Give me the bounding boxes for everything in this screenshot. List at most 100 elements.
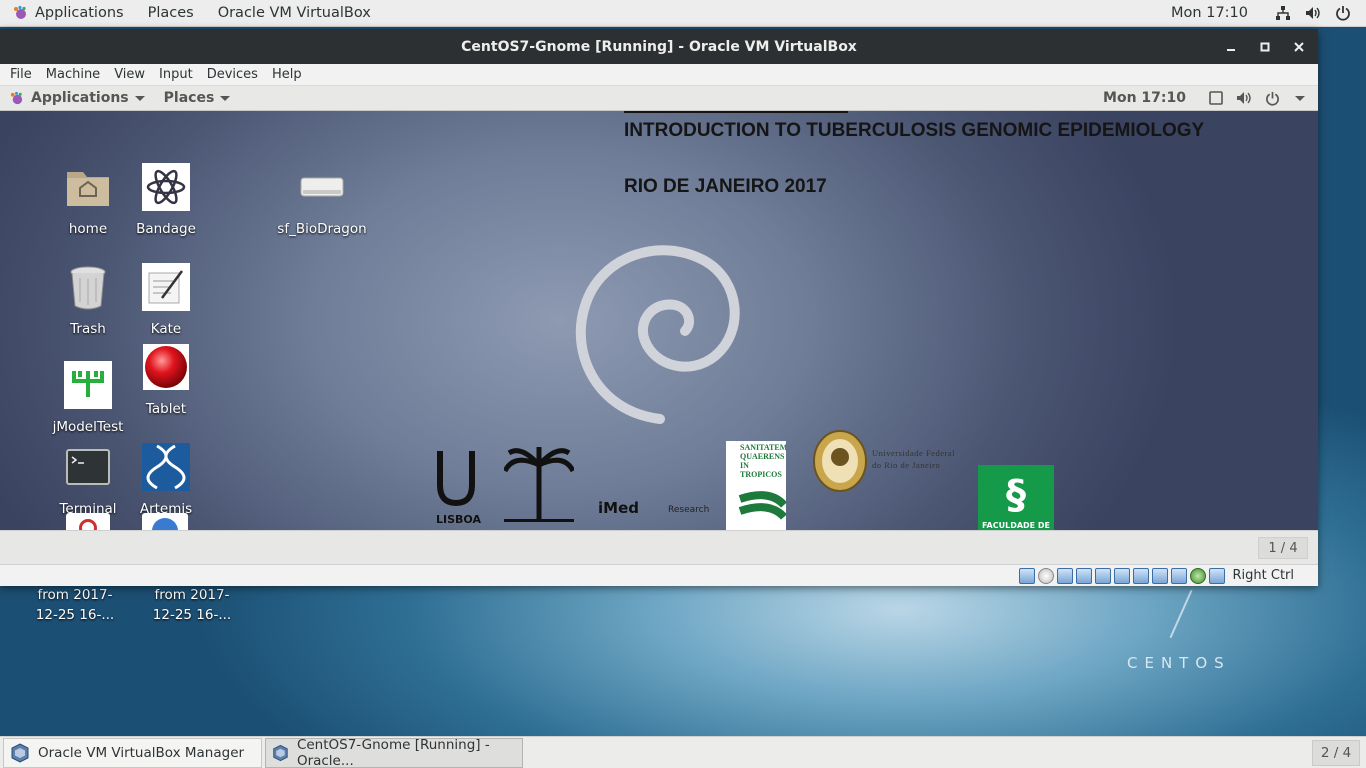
centos-wordmark: CENTOS [1127, 654, 1231, 672]
volume-icon[interactable] [1230, 86, 1258, 111]
faculdade-logo-text: FACULDADE DE [981, 521, 1051, 530]
wallpaper-title: INTRODUCTION TO TUBERCULOSIS GENOMIC EPI… [624, 120, 1205, 141]
trash-icon [64, 263, 112, 311]
menu-help[interactable]: Help [265, 67, 309, 82]
gnome-foot-icon [14, 5, 26, 19]
power-icon[interactable] [1258, 86, 1286, 111]
wallpaper-top-line [624, 111, 848, 113]
desktop-icon-label: sf_BioDragon [277, 221, 367, 237]
audio-icon[interactable] [1056, 567, 1073, 584]
host-desktop-file-label-2[interactable]: from 2017- 12-25 16-... [142, 585, 242, 625]
window-icon[interactable] [1202, 86, 1230, 111]
drive-icon [298, 163, 346, 211]
desktop-icon-sf-biodragon[interactable]: sf_BioDragon [272, 163, 372, 238]
research-logo: Research [668, 505, 710, 515]
host-active-app[interactable]: Oracle VM VirtualBox [206, 0, 383, 27]
chevron-down-icon [220, 95, 231, 101]
centos-logo-line [1169, 589, 1193, 639]
host-file-label-2-text: from 2017- 12-25 16-... [152, 587, 232, 623]
lisboa-logo-text: LISBOA [436, 513, 481, 526]
globe-icon [152, 518, 178, 530]
vbox-statusbar: Right Ctrl [0, 564, 1318, 586]
host-places-menu[interactable]: Places [136, 0, 206, 27]
task-virtualbox-manager[interactable]: Oracle VM VirtualBox Manager [3, 737, 262, 768]
host-active-app-label: Oracle VM VirtualBox [217, 5, 371, 21]
tablet-icon [142, 343, 190, 391]
desktop-icon-label: jModelTest [52, 419, 124, 435]
caduceus-icon: § [1006, 472, 1026, 518]
host-file-label-1-text: from 2017- 12-25 16-... [35, 587, 115, 623]
virtualbox-window: CentOS7-Gnome [Running] - Oracle VM Virt… [0, 29, 1318, 586]
wallpaper-logos: LISBOA iMed Research SANITATEM QUAERENS … [430, 430, 1070, 530]
chevron-down-icon[interactable] [1286, 86, 1314, 111]
host-desktop-file-label-1[interactable]: from 2017- 12-25 16-... [25, 585, 125, 625]
desktop-icon-kate[interactable]: Kate [116, 263, 216, 338]
hard-disk-icon[interactable] [1018, 567, 1035, 584]
host-key-label: Right Ctrl [1232, 568, 1295, 583]
menu-view[interactable]: View [107, 67, 152, 82]
video-capture-icon[interactable] [1151, 567, 1168, 584]
desktop-icon-label: Tablet [145, 401, 187, 417]
cpu-icon[interactable] [1170, 567, 1187, 584]
network-adapter-icon[interactable] [1075, 567, 1092, 584]
home-folder-icon [64, 163, 112, 211]
task-centos7-vm[interactable]: CentOS7-Gnome [Running] - Oracle... [265, 737, 523, 768]
desktop-icon-artemis[interactable]: Artemis [116, 443, 216, 518]
mouse-integration-icon[interactable] [1189, 567, 1206, 584]
debian-swirl-icon [575, 245, 740, 424]
guest-clock[interactable]: Mon 17:10 [1094, 90, 1196, 106]
host-applications-menu[interactable]: Applications [0, 0, 136, 27]
kate-icon [142, 263, 190, 311]
partial-app-icon[interactable] [66, 513, 110, 530]
faculdade-logo: § FACULDADE DE [978, 465, 1054, 530]
optical-drive-icon[interactable] [1037, 567, 1054, 584]
desktop-icon-tablet[interactable]: Tablet [116, 343, 216, 418]
shared-folders-icon[interactable] [1113, 567, 1130, 584]
ufrj-seal-logo [812, 427, 868, 497]
maximize-icon[interactable] [1248, 29, 1282, 64]
keyboard-capture-icon[interactable] [1208, 567, 1225, 584]
close-icon[interactable] [1282, 29, 1316, 64]
volume-icon[interactable] [1298, 0, 1328, 27]
host-top-bar: Applications Places Oracle VM VirtualBox… [0, 0, 1366, 27]
power-icon[interactable] [1328, 0, 1358, 27]
bandage-icon [142, 163, 190, 211]
app-icon [79, 519, 97, 530]
host-workspace-indicator[interactable]: 2 / 4 [1312, 739, 1360, 766]
lisboa-logo: LISBOA [436, 449, 481, 526]
guest-places-menu[interactable]: Places [155, 90, 241, 106]
jmodeltest-icon [64, 361, 112, 409]
palm-tree-logo [502, 445, 576, 529]
menu-machine[interactable]: Machine [39, 67, 107, 82]
guest-applications-label: Applications [31, 90, 129, 106]
menu-devices[interactable]: Devices [200, 67, 265, 82]
vbox-window-title: CentOS7-Gnome [Running] - Oracle VM Virt… [461, 38, 857, 55]
terminal-icon [64, 443, 112, 491]
menu-input[interactable]: Input [152, 67, 200, 82]
guest-workspace-indicator[interactable]: 1 / 4 [1258, 537, 1308, 559]
imed-logo: iMed [598, 499, 639, 517]
guest-top-bar: Applications Places Mon 17:10 [0, 86, 1318, 111]
sanitatem-logo: SANITATEM QUAERENS IN TROPICOS [726, 441, 786, 530]
wallpaper-subtitle: RIO DE JANEIRO 2017 [624, 176, 827, 197]
desktop-icon-bandage[interactable]: Bandage [116, 163, 216, 238]
network-icon[interactable] [1268, 0, 1298, 27]
host-places-label: Places [147, 5, 194, 21]
vbox-menubar: File Machine View Input Devices Help [0, 64, 1318, 86]
partial-app-icon[interactable] [142, 513, 188, 530]
guest-applications-menu[interactable]: Applications [0, 90, 155, 106]
host-clock[interactable]: Mon 17:10 [1159, 0, 1260, 27]
ufrj-text: Universidade Federal do Rio de Janeiro [872, 448, 955, 470]
menu-file[interactable]: File [3, 67, 39, 82]
vbox-titlebar[interactable]: CentOS7-Gnome [Running] - Oracle VM Virt… [0, 29, 1318, 64]
sanitatem-logo-text: SANITATEM QUAERENS IN TROPICOS [740, 443, 786, 479]
host-taskbar: Oracle VM VirtualBox Manager CentOS7-Gno… [0, 736, 1366, 768]
chevron-down-icon [134, 95, 145, 101]
usb-icon[interactable] [1094, 567, 1111, 584]
display-icon[interactable] [1132, 567, 1149, 584]
desktop-icon-label: Kate [150, 321, 182, 337]
minimize-icon[interactable] [1214, 29, 1248, 64]
host-applications-label: Applications [35, 5, 124, 21]
task-label: Oracle VM VirtualBox Manager [38, 744, 245, 761]
artemis-icon [142, 443, 190, 491]
